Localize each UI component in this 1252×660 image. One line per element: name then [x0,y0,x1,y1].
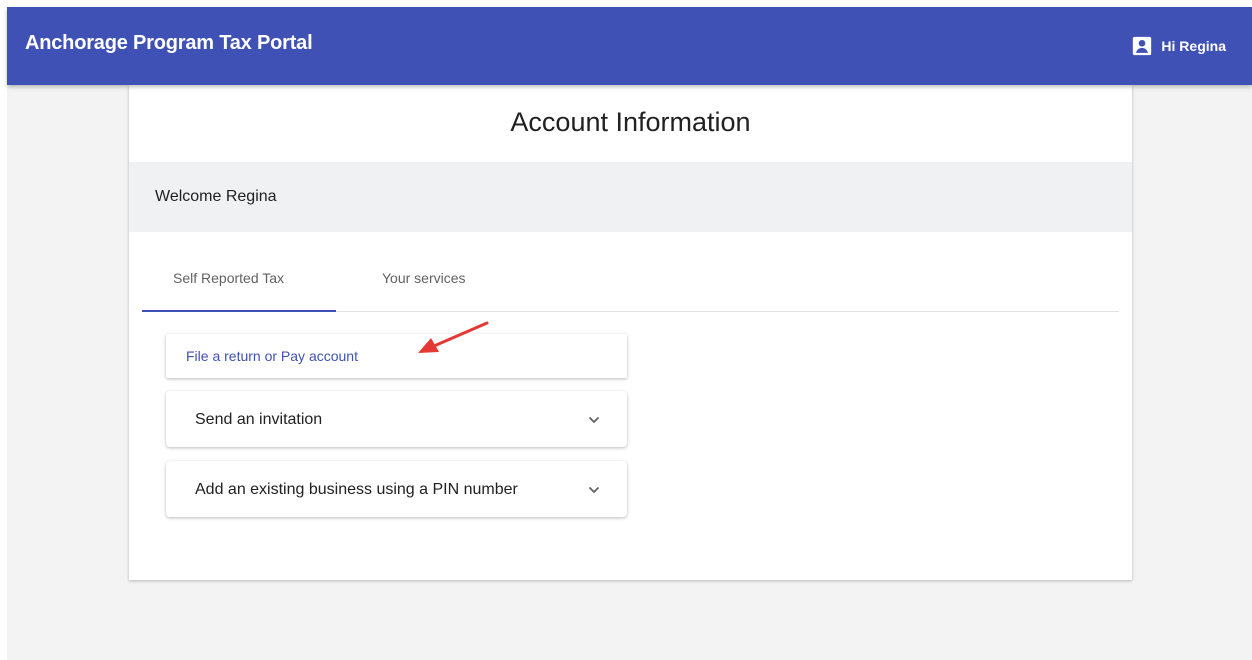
page-title: Account Information [510,107,751,137]
file-return-pay-account-link[interactable]: File a return or Pay account [186,348,358,364]
file-return-pay-account-card[interactable]: File a return or Pay account [166,334,627,378]
active-tab-indicator [142,310,336,312]
user-greeting: Hi Regina [1161,38,1226,54]
app-bar: Anchorage Program Tax Portal Hi Regina [7,7,1252,85]
add-business-pin-label: Add an existing business using a PIN num… [195,481,518,498]
page-viewport: Anchorage Program Tax Portal Hi Regina A… [7,7,1252,660]
chevron-down-icon[interactable] [587,483,601,497]
chevron-down-icon[interactable] [587,413,601,427]
account-box-icon [1133,36,1152,56]
add-business-pin-panel[interactable]: Add an existing business using a PIN num… [166,461,627,517]
user-menu[interactable]: Hi Regina [1131,35,1226,57]
send-invitation-panel[interactable]: Send an invitation [166,391,627,447]
welcome-text: Welcome Regina [155,188,277,205]
tab-your-services[interactable]: Your services [382,270,466,286]
app-title: Anchorage Program Tax Portal [25,32,313,54]
tab-self-reported-tax[interactable]: Self Reported Tax [173,270,284,286]
account-information-card: Account Information Welcome Regina Self … [129,85,1132,580]
send-invitation-label: Send an invitation [195,411,323,428]
welcome-banner: Welcome Regina [129,162,1132,232]
red-arrow-icon [418,321,489,353]
tab-bar: Self Reported Tax Your services [142,232,1119,312]
